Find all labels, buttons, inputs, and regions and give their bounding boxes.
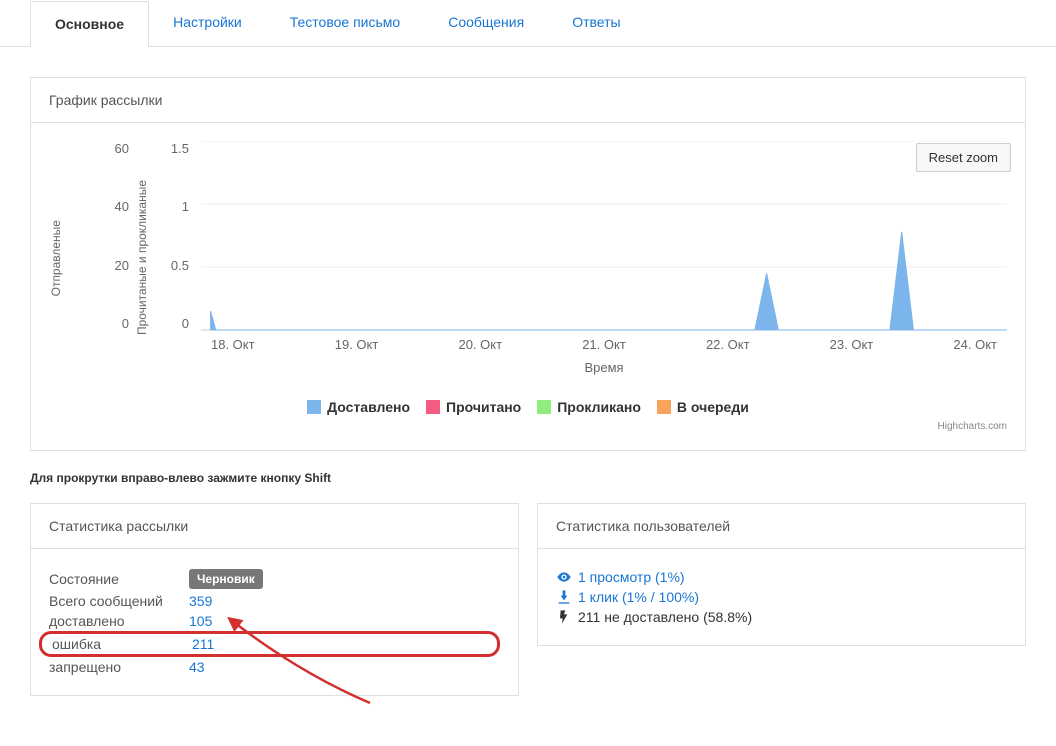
legend-clicked[interactable]: Прокликано [537, 399, 641, 415]
stat-delivered: доставлено 105 [49, 611, 500, 631]
eye-icon [556, 569, 572, 585]
x-axis-ticks: 18. Окт 19. Окт 20. Окт 21. Окт 22. Окт … [201, 337, 1007, 352]
swatch-icon [426, 400, 440, 414]
state-badge: Черновик [189, 569, 263, 589]
mailing-stats-title: Статистика рассылки [31, 504, 518, 549]
mailing-stats-panel: Статистика рассылки Состояние Черновик В… [30, 503, 519, 696]
chart-legend: Доставлено Прочитано Прокликано В очеред… [49, 399, 1007, 415]
user-stat-clicks[interactable]: 1 клик (1% / 100%) [556, 587, 1007, 607]
y-axis-1-ticks: 60 40 20 0 [105, 141, 135, 331]
scroll-hint: Для прокрутки вправо-влево зажмите кнопк… [30, 471, 1026, 485]
y-axis-1-title: Отправленые [49, 141, 105, 375]
tab-messages[interactable]: Сообщения [424, 0, 548, 46]
legend-delivered[interactable]: Доставлено [307, 399, 410, 415]
chart-credit[interactable]: Highcharts.com [49, 421, 1007, 432]
user-stats-title: Статистика пользователей [538, 504, 1025, 549]
stat-error: ошибка 211 [39, 631, 500, 657]
tab-answers[interactable]: Ответы [548, 0, 644, 46]
user-stats-panel: Статистика пользователей 1 просмотр (1%)… [537, 503, 1026, 646]
chart-panel-title: График рассылки [31, 78, 1025, 123]
flash-icon [556, 609, 572, 625]
chart-panel: График рассылки Reset zoom Отправленые 6… [30, 77, 1026, 451]
tab-test-letter[interactable]: Тестовое письмо [266, 0, 424, 46]
tab-settings[interactable]: Настройки [149, 0, 266, 46]
y-axis-2-ticks: 1.5 1 0.5 0 [165, 141, 195, 331]
swatch-icon [657, 400, 671, 414]
user-stat-undelivered[interactable]: 211 не доставлено (58.8%) [556, 607, 1007, 627]
swatch-icon [537, 400, 551, 414]
stat-forbidden: запрещено 43 [49, 657, 500, 677]
stat-state: Состояние Черновик [49, 567, 500, 591]
legend-queued[interactable]: В очереди [657, 399, 749, 415]
tab-main[interactable]: Основное [30, 1, 149, 47]
stat-total: Всего сообщений 359 [49, 591, 500, 611]
chart-plot[interactable]: 18. Окт 19. Окт 20. Окт 21. Окт 22. Окт … [195, 141, 1007, 375]
pointer-icon [556, 589, 572, 605]
tabs-bar: Основное Настройки Тестовое письмо Сообщ… [0, 0, 1056, 47]
legend-read[interactable]: Прочитано [426, 399, 521, 415]
user-stat-views[interactable]: 1 просмотр (1%) [556, 567, 1007, 587]
y-axis-2-title: Прочитаные и прокликаные [135, 141, 165, 375]
x-axis-title: Время [201, 360, 1007, 375]
swatch-icon [307, 400, 321, 414]
